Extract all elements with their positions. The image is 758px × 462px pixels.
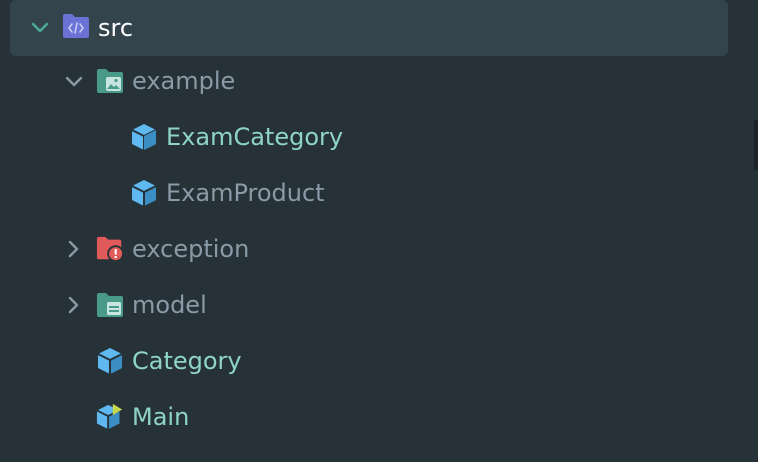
model-folder-icon bbox=[96, 291, 124, 319]
tree-item-label: Main bbox=[132, 403, 190, 431]
tree-item-examcategory[interactable]: ExamCategory bbox=[0, 109, 758, 165]
resource-folder-icon bbox=[96, 67, 124, 95]
tree-item-label: exception bbox=[132, 235, 250, 263]
tree-item-exception[interactable]: exception bbox=[0, 221, 758, 277]
tree-item-label: ExamProduct bbox=[166, 179, 325, 207]
chevron-down-icon[interactable] bbox=[64, 72, 84, 92]
tree-item-src[interactable]: src bbox=[10, 0, 728, 56]
tree-item-label: Category bbox=[132, 347, 242, 375]
chevron-right-icon[interactable] bbox=[64, 295, 84, 315]
tree-item-model[interactable]: model bbox=[0, 277, 758, 333]
tree-item-examproduct[interactable]: ExamProduct bbox=[0, 165, 758, 221]
tree-item-main[interactable]: Main bbox=[0, 389, 758, 445]
tree-item-label: src bbox=[98, 14, 134, 42]
chevron-up-icon bbox=[64, 455, 84, 462]
class-cube-icon bbox=[96, 347, 124, 375]
tree-item-category[interactable]: Category bbox=[0, 333, 758, 389]
tree-item-example[interactable]: example bbox=[0, 53, 758, 109]
tree-item-partial bbox=[0, 445, 758, 462]
exception-folder-icon bbox=[96, 235, 124, 263]
class-cube-icon bbox=[130, 123, 158, 151]
class-cube-icon bbox=[130, 179, 158, 207]
scrollbar[interactable] bbox=[754, 120, 758, 170]
runnable-class-icon bbox=[96, 403, 124, 431]
tree-item-label: ExamCategory bbox=[166, 123, 344, 151]
project-tree: src example ExamCategory ExamProduct exc… bbox=[0, 0, 758, 462]
chevron-right-icon[interactable] bbox=[64, 239, 84, 259]
tree-item-label: example bbox=[132, 67, 236, 95]
chevron-down-icon[interactable] bbox=[30, 18, 50, 38]
source-folder-icon bbox=[62, 12, 90, 40]
tree-item-label: model bbox=[132, 291, 207, 319]
